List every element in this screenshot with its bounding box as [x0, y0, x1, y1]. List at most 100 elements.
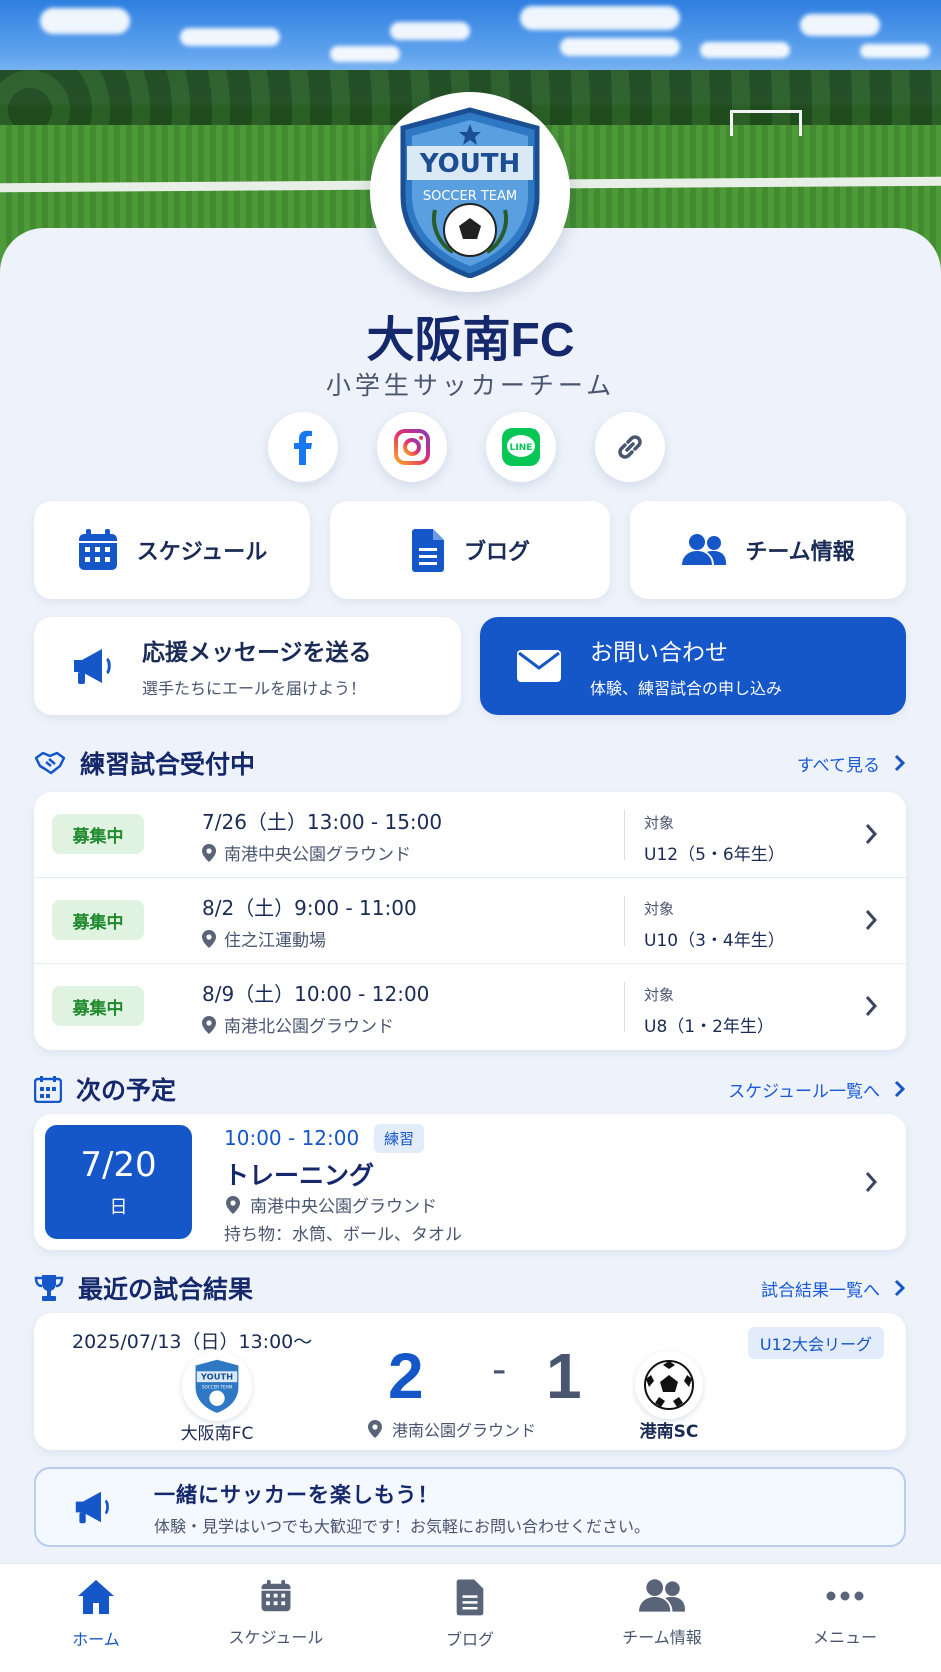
- more-icon: [826, 1591, 864, 1601]
- practice-location: 住之江運動場: [202, 926, 326, 951]
- results-section-header: 最近の試合結果 試合結果一覧へ: [34, 1268, 906, 1308]
- calendar-icon: [78, 529, 117, 570]
- home-icon: [78, 1580, 114, 1614]
- facebook-icon: [294, 430, 312, 465]
- results-title: 最近の試合結果: [78, 1275, 254, 1304]
- event-weekday: 日: [109, 1197, 128, 1218]
- support-message-button[interactable]: 応援メッセージを送る 選手たちにエールを届けよう！: [34, 617, 461, 715]
- contact-button[interactable]: お問い合わせ 体験、練習試合の申し込み: [480, 617, 906, 715]
- practice-section-header: 練習試合受付中 すべて見る: [34, 743, 906, 783]
- chevron-right-icon: [865, 996, 878, 1016]
- practice-location: 南港北公園グラウンド: [202, 1012, 394, 1037]
- megaphone-icon: [75, 1491, 109, 1524]
- results-list-link[interactable]: 試合結果一覧へ: [761, 1276, 906, 1301]
- team-icon: [682, 534, 727, 565]
- event-date: 7/20: [80, 1145, 157, 1185]
- nav-label: スケジュール: [228, 1628, 324, 1647]
- nav-schedule[interactable]: スケジュール: [201, 1578, 351, 1648]
- practice-list: 募集中 7/26（土）13:00 - 15:00 南港中央公園グラウンド 対象 …: [34, 792, 906, 1050]
- home-team-name: 大阪南FC: [180, 1424, 254, 1444]
- facebook-button[interactable]: [268, 412, 338, 482]
- practice-row[interactable]: 募集中 8/9（土）10:00 - 12:00 南港北公園グラウンド 対象 U8…: [34, 964, 906, 1050]
- support-subtitle: 選手たちにエールを届けよう！: [142, 679, 367, 698]
- contact-title: お問い合わせ: [590, 640, 728, 666]
- location-pin-icon: [202, 843, 216, 862]
- away-team-name: 港南SC: [639, 1422, 699, 1442]
- nav-team-info[interactable]: チーム情報: [587, 1578, 737, 1648]
- chevron-right-icon: [894, 754, 906, 772]
- nav-home[interactable]: ホーム: [21, 1578, 171, 1650]
- link-icon: [618, 435, 642, 459]
- next-title: 次の予定: [76, 1076, 177, 1105]
- chevron-right-icon: [865, 1172, 878, 1192]
- status-badge: 募集中: [52, 986, 144, 1026]
- bottom-nav: ホーム スケジュール ブログ チーム情報 メニュー: [0, 1563, 941, 1672]
- team-icon: [639, 1579, 685, 1612]
- mail-icon: [517, 650, 561, 682]
- schedule-button[interactable]: スケジュール: [34, 501, 310, 599]
- svg-text:YOUTH: YOUTH: [419, 149, 521, 179]
- blog-label: ブログ: [463, 540, 530, 565]
- chevron-right-icon: [894, 1080, 906, 1098]
- nav-label: チーム情報: [622, 1628, 702, 1647]
- schedule-list-label: スケジュール一覧へ: [728, 1081, 880, 1102]
- link-button[interactable]: [595, 412, 665, 482]
- location-pin-icon: [202, 929, 216, 948]
- team-subtitle: 小学生サッカーチーム: [325, 371, 616, 400]
- practice-see-all-link[interactable]: すべて見る: [797, 751, 906, 776]
- team-name: 大阪南FC: [366, 314, 575, 367]
- contact-subtitle: 体験、練習試合の申し込み: [590, 679, 783, 698]
- nav-label: ホーム: [72, 1630, 120, 1649]
- chevron-right-icon: [865, 824, 878, 844]
- target-value: U8（1・2年生）: [644, 1017, 774, 1037]
- banner-title: 一緒にサッカーを楽しもう！: [154, 1483, 440, 1507]
- match-location: 港南公園グラウンド: [368, 1417, 536, 1441]
- schedule-list-link[interactable]: スケジュール一覧へ: [728, 1077, 906, 1102]
- results-list-label: 試合結果一覧へ: [761, 1280, 880, 1301]
- home-team-logo: YOUTH SOCCER TEAM: [182, 1351, 252, 1421]
- line-button[interactable]: LINE: [486, 412, 556, 482]
- home-score: 2: [388, 1340, 424, 1412]
- goal-post: [730, 110, 802, 136]
- team-logo: YOUTH SOCCER TEAM: [370, 92, 570, 292]
- trophy-icon: [34, 1275, 64, 1301]
- practice-datetime: 8/9（土）10:00 - 12:00: [202, 982, 430, 1006]
- nav-menu[interactable]: メニュー: [770, 1578, 920, 1648]
- target-label: 対象: [644, 986, 675, 1004]
- target-value: U12（5・6年生）: [644, 845, 785, 865]
- instagram-icon: [394, 429, 430, 465]
- team-info-button[interactable]: チーム情報: [630, 501, 906, 599]
- line-icon: LINE: [502, 428, 540, 466]
- blog-button[interactable]: ブログ: [330, 501, 610, 599]
- location-text: 南港中央公園グラウンド: [250, 1197, 437, 1217]
- location-text: 南港中央公園グラウンド: [224, 845, 411, 865]
- team-info-label: チーム情報: [745, 540, 855, 565]
- location-pin-icon: [226, 1195, 240, 1214]
- target-label: 対象: [644, 814, 675, 832]
- score-dash: -: [492, 1347, 507, 1393]
- svg-text:YOUTH: YOUTH: [200, 1372, 233, 1382]
- nav-blog[interactable]: ブログ: [395, 1578, 545, 1650]
- chevron-right-icon: [894, 1279, 906, 1297]
- event-date-box: 7/20 日: [45, 1125, 192, 1239]
- location-text: 港南公園グラウンド: [392, 1421, 537, 1440]
- next-event-card[interactable]: 7/20 日 10:00 - 12:00 練習 トレーニング 南港中央公園グラウ…: [34, 1114, 906, 1250]
- status-badge: 募集中: [52, 900, 144, 940]
- event-tag: 練習: [374, 1124, 425, 1153]
- event-title: トレーニング: [224, 1161, 375, 1190]
- chevron-right-icon: [865, 910, 878, 930]
- instagram-button[interactable]: [377, 412, 447, 482]
- schedule-label: スケジュール: [136, 540, 268, 565]
- svg-text:SOCCER TEAM: SOCCER TEAM: [423, 189, 517, 204]
- practice-datetime: 7/26（土）13:00 - 15:00: [202, 810, 443, 834]
- calendar-icon: [34, 1076, 62, 1103]
- practice-row[interactable]: 募集中 7/26（土）13:00 - 15:00 南港中央公園グラウンド 対象 …: [34, 792, 906, 878]
- see-all-label: すべて見る: [796, 755, 880, 776]
- event-location: 南港中央公園グラウンド: [226, 1192, 437, 1217]
- practice-row[interactable]: 募集中 8/2（土）9:00 - 11:00 住之江運動場 対象 U10（3・4…: [34, 878, 906, 964]
- nav-label: メニュー: [812, 1628, 877, 1647]
- match-result-card[interactable]: 2025/07/13（日）13:00〜 U12大会リーグ YOUTH SOCCE…: [34, 1313, 906, 1450]
- away-team-logo: [635, 1351, 703, 1419]
- event-items: 持ち物：水筒、ボール、タオル: [224, 1225, 462, 1245]
- target-value: U10（3・4年生）: [644, 931, 785, 951]
